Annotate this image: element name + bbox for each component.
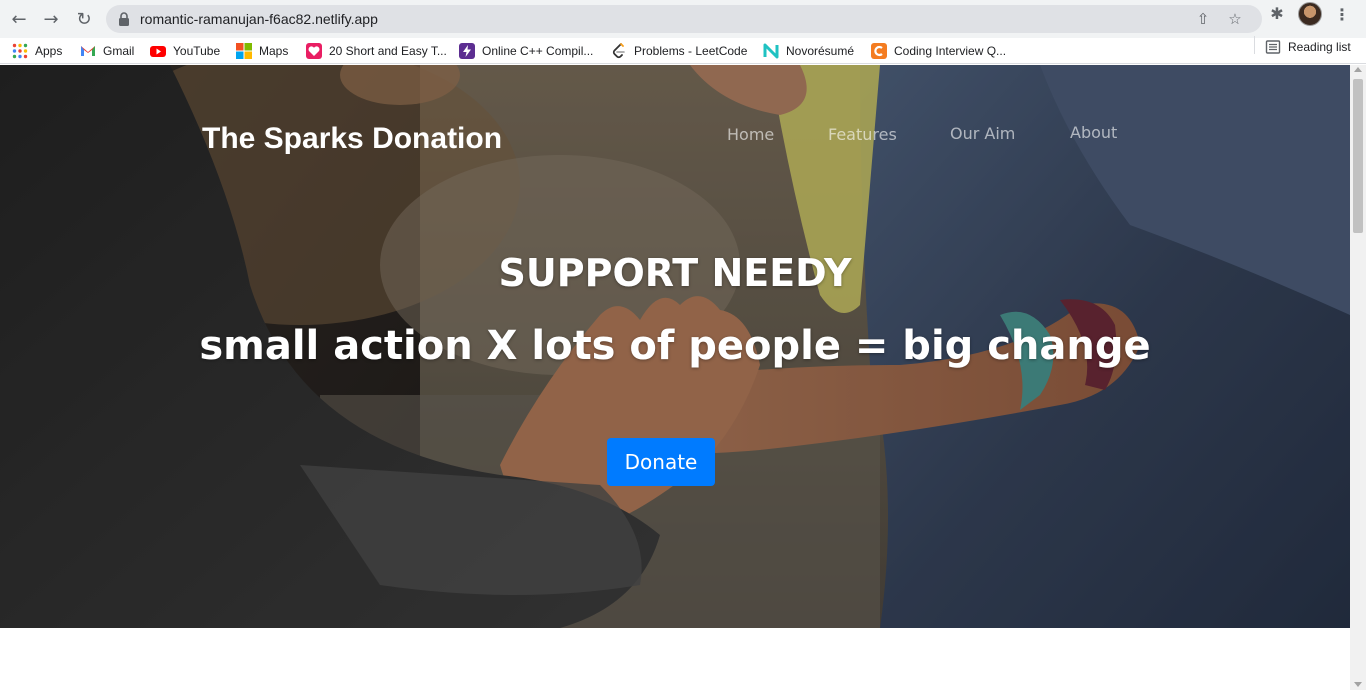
bookmark-maps[interactable]: Maps	[236, 42, 288, 60]
nav-link-home[interactable]: Home	[727, 125, 774, 144]
avatar[interactable]	[1298, 2, 1322, 26]
donate-button[interactable]: Donate	[607, 438, 715, 486]
nav-link-about[interactable]: About	[1070, 123, 1117, 142]
bookmark-youtube[interactable]: YouTube	[150, 42, 220, 60]
brand-logo[interactable]: The Sparks Donation	[202, 122, 502, 156]
scrollbar-thumb[interactable]	[1353, 79, 1363, 233]
bookmark-label: Novorésumé	[786, 44, 855, 58]
forward-icon[interactable]: →	[40, 8, 62, 30]
bookmark-coding-interview[interactable]: Coding Interview Q...	[871, 42, 1006, 60]
extensions-icon[interactable]: ✱	[1267, 3, 1287, 23]
bookmark-label: YouTube	[173, 44, 221, 58]
bolt-icon	[459, 43, 475, 59]
nav-link-our-aim[interactable]: Our Aim	[950, 124, 1015, 143]
lock-icon	[119, 12, 129, 26]
hero-headline: SUPPORT NEEDY	[498, 251, 852, 295]
bookmark-label: Problems - LeetCode	[634, 44, 748, 58]
gmail-icon	[80, 43, 96, 59]
browser-toolbar: ← → ↻ romantic-ramanujan-f6ac82.netlify.…	[0, 0, 1366, 38]
scroll-down-icon[interactable]	[1354, 682, 1362, 687]
leetcode-icon	[611, 43, 627, 59]
novoresume-icon	[763, 43, 779, 59]
bookmarks-divider	[1254, 36, 1255, 54]
hero-tagline: small action X lots of people = big chan…	[199, 323, 1151, 369]
back-icon[interactable]: ←	[8, 8, 30, 30]
bookmark-short-easy[interactable]: 20 Short and Easy T...	[306, 42, 447, 60]
reading-list[interactable]: Reading list	[1265, 38, 1351, 56]
reload-icon[interactable]: ↻	[73, 8, 95, 30]
reading-list-label: Reading list	[1288, 40, 1351, 54]
bookmark-label: Coding Interview Q...	[894, 44, 1007, 58]
bookmark-novoresume[interactable]: Novorésumé	[763, 42, 854, 60]
reading-list-icon	[1265, 39, 1281, 55]
bookmark-label: Online C++ Compil...	[482, 44, 594, 58]
share-icon[interactable]: ⇧	[1194, 10, 1212, 28]
hero-section: The Sparks Donation Home Features Our Ai…	[0, 65, 1350, 628]
bookmark-cpp-compiler[interactable]: Online C++ Compil...	[459, 42, 593, 60]
youtube-icon	[150, 43, 166, 59]
apps-grid-icon	[12, 43, 28, 59]
scroll-up-icon[interactable]	[1354, 67, 1362, 72]
bookmark-label: 20 Short and Easy T...	[329, 44, 447, 58]
scrollbar[interactable]	[1350, 65, 1366, 690]
bookmark-label: Maps	[259, 44, 289, 58]
star-icon[interactable]: ☆	[1226, 10, 1244, 28]
code-icon	[871, 43, 887, 59]
maps-icon	[236, 43, 252, 59]
bookmark-gmail[interactable]: Gmail	[80, 42, 134, 60]
bookmark-label: Gmail	[103, 44, 135, 58]
url-text: romantic-ramanujan-f6ac82.netlify.app	[140, 11, 378, 27]
address-bar[interactable]: romantic-ramanujan-f6ac82.netlify.app ⇧ …	[106, 5, 1262, 33]
bookmark-apps[interactable]: Apps	[12, 42, 62, 60]
bookmark-label: Apps	[35, 44, 63, 58]
bookmark-leetcode[interactable]: Problems - LeetCode	[611, 42, 747, 60]
menu-icon[interactable]: ⋮	[1334, 4, 1350, 24]
nav-link-features[interactable]: Features	[828, 125, 897, 144]
heart-icon	[306, 43, 322, 59]
page-viewport: The Sparks Donation Home Features Our Ai…	[0, 65, 1350, 690]
bookmarks-bar: Apps Gmail YouTube Maps 20 Short and Eas…	[0, 38, 1366, 64]
